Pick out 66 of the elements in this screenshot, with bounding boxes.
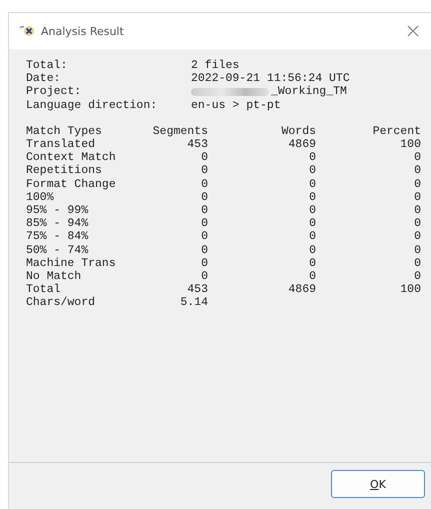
table-cell-text: 0	[200, 244, 208, 257]
table-cell-text: 0	[413, 151, 421, 164]
table-cell-text: 453	[186, 138, 208, 152]
table-cell-text: 0	[308, 217, 316, 230]
column-header: Match Types	[26, 124, 103, 138]
window-title: Analysis Result	[41, 24, 125, 38]
summary-value: 2 files	[191, 59, 240, 72]
summary-label: Total:	[26, 59, 68, 72]
table-cell-text: 0	[308, 178, 316, 191]
table-cell-text: No Match	[26, 270, 82, 284]
table-cell-text: Machine Trans	[26, 256, 117, 270]
table-cell-text: 85% - 94%	[26, 217, 90, 230]
table-cell-text: 0	[413, 190, 421, 204]
table-cell-text: 0	[308, 230, 316, 244]
ok-button[interactable]: OK	[331, 470, 425, 498]
table-cell-text: 0	[413, 256, 421, 270]
table-cell-text: 0	[413, 230, 421, 244]
summary-label: Project:	[26, 85, 82, 99]
table-cell-text: 0	[308, 164, 316, 178]
table-cell-text: 0	[413, 164, 421, 178]
table-cell-text: Total	[26, 283, 62, 296]
table-cell-text: 0	[413, 244, 421, 257]
table-cell-text: 0	[200, 256, 208, 270]
table-cell-text: 4869	[287, 283, 316, 296]
app-icon	[19, 25, 35, 37]
table-cell-text: 0	[308, 204, 316, 218]
table-cell-text: 0	[200, 230, 208, 244]
table-cell-text: 0	[413, 217, 421, 230]
table-cell-text: 100	[399, 138, 421, 152]
table-cell-text: 5.14	[179, 296, 208, 310]
table-cell-text: Chars/word	[26, 296, 96, 310]
table-cell-text: 0	[200, 204, 208, 218]
table-cell-text: Format Change	[26, 178, 117, 191]
table-cell-text: 453	[186, 283, 208, 296]
table-cell-text: 0	[200, 178, 208, 191]
column-header: Words	[280, 124, 316, 138]
table-cell-text: 0	[200, 270, 208, 284]
summary-label: Date:	[26, 72, 62, 86]
table-cell-text: 4869	[287, 138, 316, 152]
table-cell-text: 0	[413, 178, 421, 191]
close-icon[interactable]	[407, 25, 419, 37]
table-cell-text: Context Match	[26, 151, 117, 164]
table-cell-text: 0	[200, 190, 208, 204]
column-header: Percent	[372, 124, 421, 138]
summary-value: en-us > pt-pt	[191, 98, 281, 112]
table-cell-text: 0	[200, 217, 208, 230]
summary-value: 2022-09-21 11:56:24 UTC	[191, 72, 350, 86]
table-cell-text: 0	[308, 244, 316, 257]
table-cell-text: 0	[413, 204, 421, 218]
column-header: Segments	[152, 124, 208, 138]
table-cell-text: 0	[308, 190, 316, 204]
table-cell-text: Repetitions	[26, 164, 103, 178]
summary-label: Language direction:	[26, 98, 158, 112]
table-cell-text: 0	[308, 270, 316, 284]
table-cell-text: 50% - 74%	[26, 244, 90, 257]
table-cell-text: 100%	[26, 190, 55, 204]
table-cell-text: 95% - 99%	[26, 204, 90, 218]
table-cell-text: 75% - 84%	[26, 230, 90, 244]
table-cell-text: 0	[308, 151, 316, 164]
table-cell-text: 0	[200, 151, 208, 164]
table-cell-text: 0	[200, 164, 208, 178]
summary-value: _Working_TM	[271, 85, 347, 99]
table-cell-text: Translated	[26, 138, 96, 152]
table-cell-text: 100	[399, 283, 421, 296]
table-cell-text: 0	[413, 270, 421, 284]
table-cell-text: 0	[308, 256, 316, 270]
